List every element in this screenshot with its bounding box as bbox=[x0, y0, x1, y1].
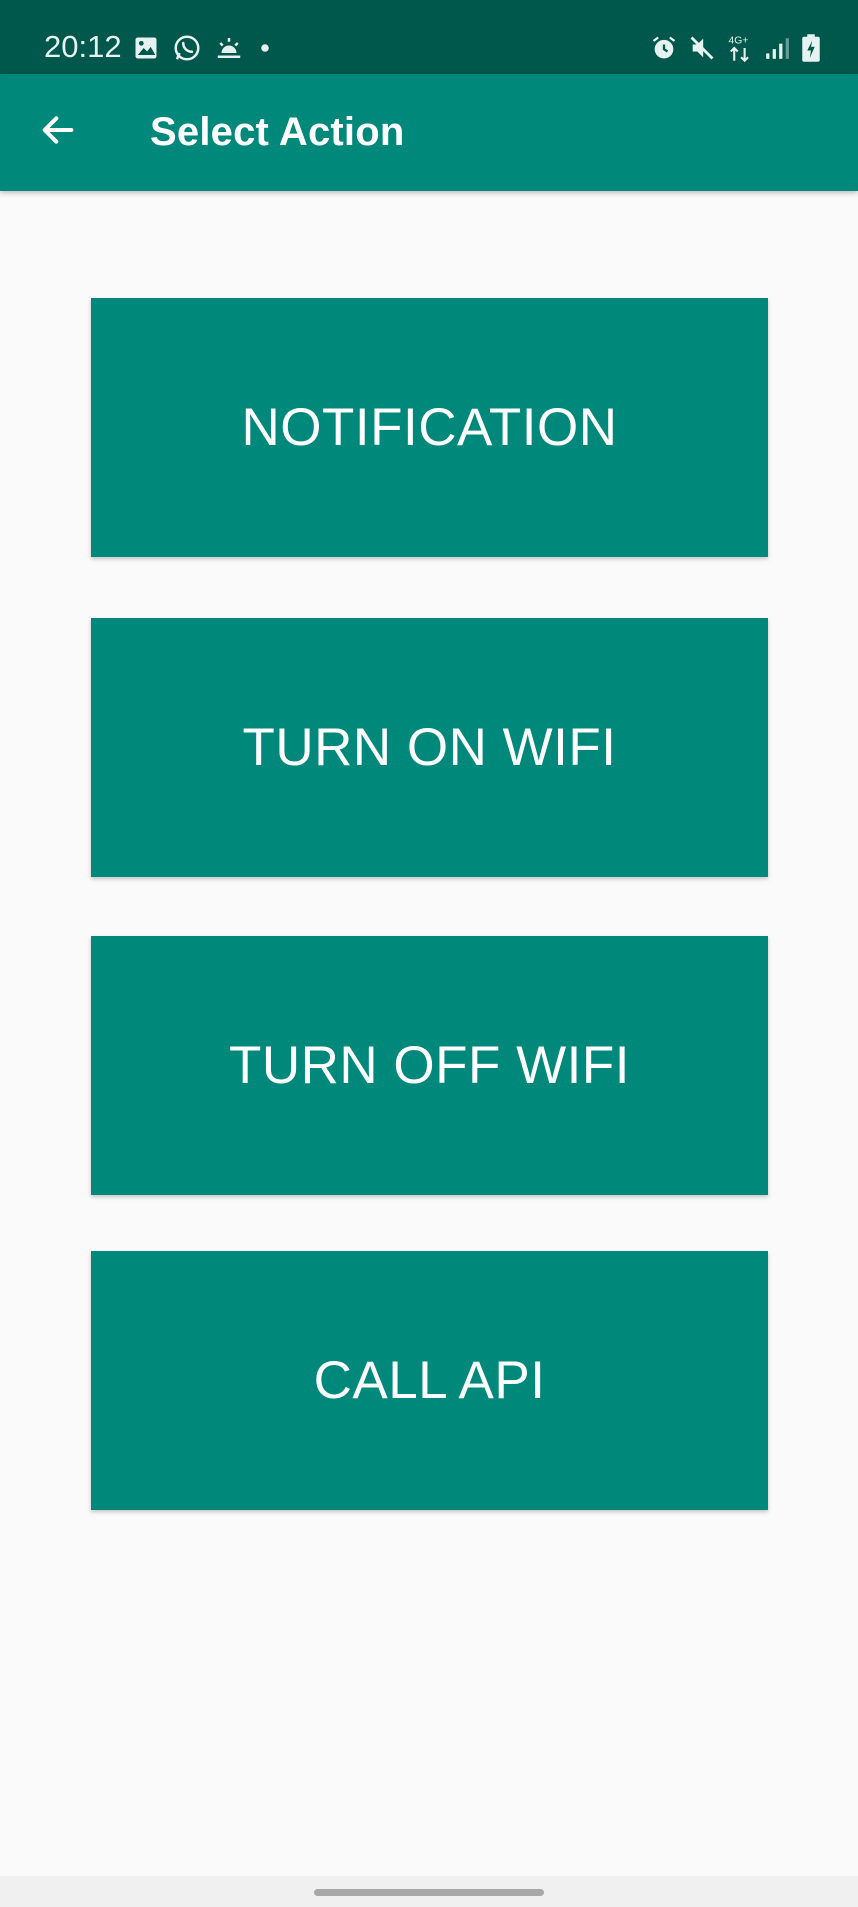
gallery-icon bbox=[132, 34, 160, 62]
status-bar: 20:12 4G+ bbox=[0, 0, 858, 74]
alarm-icon bbox=[650, 34, 678, 62]
whatsapp-icon bbox=[172, 33, 202, 63]
sunrise-icon bbox=[214, 33, 244, 63]
mute-icon bbox=[688, 34, 716, 62]
network-label: 4G+ bbox=[728, 35, 748, 46]
call-api-button[interactable]: CALL API bbox=[91, 1251, 768, 1510]
turn-on-wifi-button[interactable]: TURN ON WIFI bbox=[91, 618, 768, 877]
notification-button[interactable]: NOTIFICATION bbox=[91, 298, 768, 557]
status-left-icons bbox=[132, 30, 274, 66]
dot-icon bbox=[256, 39, 274, 57]
arrow-left-icon bbox=[38, 110, 78, 155]
app-bar: Select Action bbox=[0, 74, 858, 191]
status-right-icons: 4G+ bbox=[650, 30, 822, 66]
turn-off-wifi-button[interactable]: TURN OFF WIFI bbox=[91, 936, 768, 1195]
page-title: Select Action bbox=[150, 110, 405, 154]
battery-charging-icon bbox=[800, 33, 822, 63]
network-4g-icon: 4G+ bbox=[726, 33, 754, 63]
status-time: 20:12 bbox=[44, 29, 122, 64]
signal-icon bbox=[764, 34, 790, 62]
navigation-bar bbox=[0, 1876, 858, 1907]
back-button[interactable] bbox=[24, 98, 92, 166]
gesture-handle[interactable] bbox=[314, 1889, 544, 1896]
